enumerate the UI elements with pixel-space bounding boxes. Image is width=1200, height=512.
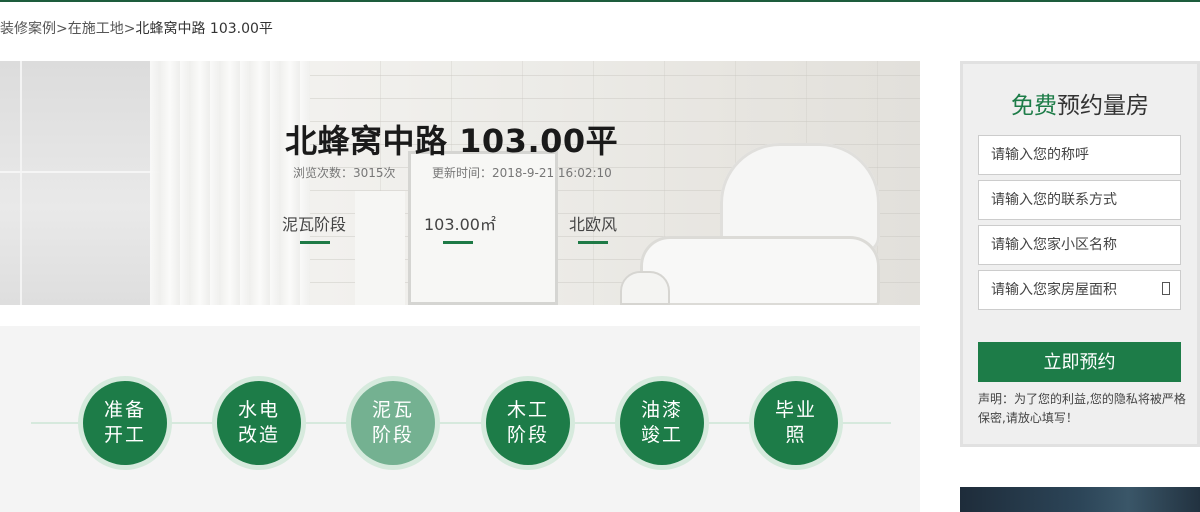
step-prepare[interactable]: 准备 开工 (78, 376, 172, 470)
breadcrumb-item-sites[interactable]: 在施工地 (68, 21, 124, 37)
hero-banner (0, 61, 920, 305)
breadcrumb: 装修案例>在施工地>北蜂窝中路 103.00平 (0, 18, 273, 38)
area-field[interactable] (978, 270, 1181, 310)
step-graduation-photo[interactable]: 毕业照 (749, 376, 843, 470)
phone-field[interactable] (978, 180, 1181, 220)
phone-input[interactable] (991, 192, 1168, 208)
step-plumbing-electric[interactable]: 水电 改造 (212, 376, 306, 470)
step-painting[interactable]: 油漆 竣工 (615, 376, 709, 470)
style-value: 北欧风 (569, 215, 618, 234)
side-banner-image[interactable] (960, 487, 1200, 512)
hero-chair-arm (620, 271, 670, 305)
booking-form: 免费预约量房 立即预约 声明：为了您的利益,您的隐私将被严格保密,请放心填写！ (960, 61, 1200, 447)
breadcrumb-current: 北蜂窝中路 103.00平 (135, 21, 273, 37)
area-input[interactable] (991, 282, 1168, 298)
step-carpentry[interactable]: 木工 阶段 (481, 376, 575, 470)
community-field[interactable] (978, 225, 1181, 265)
hero-chair-seat (640, 236, 880, 305)
stage-value: 泥瓦阶段 (282, 215, 347, 234)
update-time: 更新时间：2018-9-21 16:02:10 (432, 166, 612, 180)
form-title: 免费预约量房 (1011, 93, 1149, 119)
area-value: 103.00㎡ (424, 215, 496, 234)
name-input[interactable] (991, 147, 1168, 163)
privacy-note: 声明：为了您的利益,您的隐私将被严格保密,请放心填写！ (978, 392, 1186, 425)
unit-box-icon (1162, 282, 1170, 295)
hero-window-image (0, 61, 160, 305)
hero-curtain-image (150, 61, 310, 305)
style-underline (578, 241, 608, 244)
hero-panel (355, 191, 405, 305)
stage-underline (300, 241, 330, 244)
breadcrumb-item-cases[interactable]: 装修案例 (0, 21, 56, 37)
top-border (0, 0, 1200, 2)
area-underline (443, 241, 473, 244)
construction-progress: 准备 开工 水电 改造 泥瓦 阶段 木工 阶段 油漆 竣工 毕业照 (0, 326, 920, 512)
breadcrumb-separator: > (123, 21, 136, 37)
breadcrumb-separator: > (56, 21, 68, 37)
step-masonry[interactable]: 泥瓦 阶段 (346, 376, 440, 470)
submit-button[interactable]: 立即预约 (978, 342, 1181, 382)
project-title: 北蜂窝中路 103.00平 (285, 122, 619, 160)
name-field[interactable] (978, 135, 1181, 175)
view-count: 浏览次数：3015次 (293, 166, 396, 180)
community-input[interactable] (991, 237, 1168, 253)
